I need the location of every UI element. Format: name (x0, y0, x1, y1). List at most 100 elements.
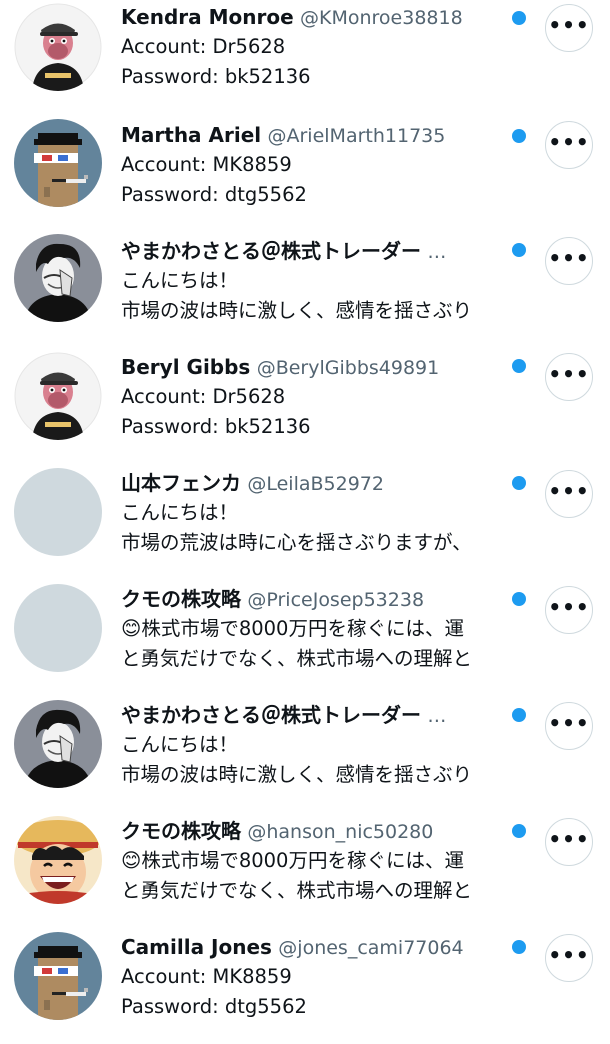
list-item-content: Camilla Jones @jones_cami77064 Account: … (121, 932, 513, 1022)
pixel-punk-avatar-icon[interactable] (14, 932, 102, 1020)
more-options-button[interactable]: ••• (545, 237, 593, 285)
user-handle[interactable]: @hanson_nic50280 (247, 821, 433, 843)
ellipsis-icon: ••• (548, 362, 590, 386)
account-list: Kendra Monroe @KMonroe38818 Account: Dr5… (0, 0, 610, 1024)
list-item[interactable]: 山本フェンカ @LeilaB52972 こんにちは！ 市場の荒波は時に心を揺さぶ… (0, 464, 610, 580)
blank-avatar-icon[interactable] (14, 584, 102, 672)
blank-avatar-icon[interactable] (14, 468, 102, 556)
user-handle[interactable]: @PriceJosep53238 (247, 589, 424, 611)
text-line-1: Account: MK8859 (121, 153, 292, 176)
list-item-content: やまかわさとる＠株式トレーダー … こんにちは！ 市場の波は時に激しく、感情を揺… (121, 236, 513, 326)
display-name[interactable]: クモの株攻略 (121, 587, 241, 611)
ellipsis-icon: ••• (548, 479, 590, 503)
user-header: やまかわさとる＠株式トレーダー … (121, 700, 513, 730)
more-options-button[interactable]: ••• (545, 586, 593, 634)
display-name[interactable]: Martha Ariel (121, 123, 261, 147)
user-handle[interactable]: … (427, 705, 446, 727)
list-item[interactable]: クモの株攻略 @hanson_nic50280 😊株式市場で8000万円を稼ぐに… (0, 812, 610, 928)
list-item-content: やまかわさとる＠株式トレーダー … こんにちは！ 市場の波は時に激しく、感情を揺… (121, 700, 513, 790)
ellipsis-icon: ••• (548, 246, 590, 270)
ellipsis-icon: ••• (548, 13, 590, 37)
ellipsis-icon: ••• (548, 943, 590, 967)
user-header: やまかわさとる＠株式トレーダー … (121, 236, 513, 266)
ellipsis-icon: ••• (548, 711, 590, 735)
text-line-2: Password: dtg5562 (121, 995, 307, 1018)
user-handle[interactable]: @jones_cami77064 (278, 937, 463, 959)
verified-dot-icon (512, 940, 526, 954)
ellipsis-icon: ••• (548, 827, 590, 851)
display-name[interactable]: Camilla Jones (121, 935, 272, 959)
text-line-1: Account: MK8859 (121, 965, 292, 988)
text-line-1: こんにちは！ (121, 733, 239, 756)
user-handle[interactable]: … (427, 241, 446, 263)
text-line-2: と勇気だけでなく、株式市場への理解と (121, 879, 473, 902)
list-item[interactable]: やまかわさとる＠株式トレーダー … こんにちは！ 市場の波は時に激しく、感情を揺… (0, 232, 610, 348)
list-item-content: 山本フェンカ @LeilaB52972 こんにちは！ 市場の荒波は時に心を揺さぶ… (121, 468, 513, 558)
verified-dot-icon (512, 708, 526, 722)
text-line-1: Account: Dr5628 (121, 385, 286, 408)
more-options-button[interactable]: ••• (545, 121, 593, 169)
list-item-content: Kendra Monroe @KMonroe38818 Account: Dr5… (121, 2, 513, 92)
ellipsis-icon: ••• (548, 595, 590, 619)
display-name[interactable]: やまかわさとる＠株式トレーダー (121, 239, 421, 263)
text-line-1: 😊株式市場で8000万円を稼ぐには、運 (121, 849, 464, 872)
more-options-button[interactable]: ••• (545, 353, 593, 401)
verified-dot-icon (512, 824, 526, 838)
verified-dot-icon (512, 243, 526, 257)
user-header: Martha Ariel @ArielMarth11735 (121, 120, 513, 150)
display-name[interactable]: Kendra Monroe (121, 5, 294, 29)
user-header: 山本フェンカ @LeilaB52972 (121, 468, 513, 498)
ape-avatar-icon[interactable] (14, 3, 102, 91)
text-line-2: 市場の波は時に激しく、感情を揺さぶり (121, 299, 473, 322)
ape-avatar-icon[interactable] (14, 352, 102, 440)
more-options-button[interactable]: ••• (545, 934, 593, 982)
display-name[interactable]: やまかわさとる＠株式トレーダー (121, 703, 421, 727)
text-line-2: 市場の荒波は時に心を揺さぶりますが、 (121, 531, 472, 554)
verified-dot-icon (512, 476, 526, 490)
list-item[interactable]: Martha Ariel @ArielMarth11735 Account: M… (0, 116, 610, 232)
user-handle[interactable]: @KMonroe38818 (300, 7, 463, 29)
list-item[interactable]: Camilla Jones @jones_cami77064 Account: … (0, 928, 610, 1044)
verified-dot-icon (512, 11, 526, 25)
user-handle[interactable]: @ArielMarth11735 (268, 125, 446, 147)
display-name[interactable]: 山本フェンカ (121, 471, 241, 495)
verified-dot-icon (512, 359, 526, 373)
text-line-2: Password: bk52136 (121, 415, 311, 438)
anime-man-avatar-icon[interactable] (14, 700, 102, 788)
text-line-1: こんにちは！ (121, 269, 239, 292)
text-line-2: Password: bk52136 (121, 65, 311, 88)
more-options-button[interactable]: ••• (545, 702, 593, 750)
more-options-button[interactable]: ••• (545, 470, 593, 518)
list-item-content: クモの株攻略 @hanson_nic50280 😊株式市場で8000万円を稼ぐに… (121, 816, 513, 906)
user-handle[interactable]: @BerylGibbs49891 (257, 357, 440, 379)
verified-dot-icon (512, 129, 526, 143)
user-header: Beryl Gibbs @BerylGibbs49891 (121, 352, 513, 382)
ellipsis-icon: ••• (548, 130, 590, 154)
straw-hat-avatar-icon[interactable] (14, 816, 102, 904)
text-line-1: こんにちは！ (121, 501, 239, 524)
pixel-punk-avatar-icon[interactable] (14, 119, 102, 207)
user-handle[interactable]: @LeilaB52972 (247, 473, 384, 495)
anime-man-avatar-icon[interactable] (14, 234, 102, 322)
list-item-content: クモの株攻略 @PriceJosep53238 😊株式市場で8000万円を稼ぐに… (121, 584, 513, 674)
display-name[interactable]: Beryl Gibbs (121, 355, 250, 379)
list-item[interactable]: やまかわさとる＠株式トレーダー … こんにちは！ 市場の波は時に激しく、感情を揺… (0, 696, 610, 812)
more-options-button[interactable]: ••• (545, 4, 593, 52)
list-item[interactable]: Kendra Monroe @KMonroe38818 Account: Dr5… (0, 0, 610, 116)
text-line-2: と勇気だけでなく、株式市場への理解と (121, 647, 473, 670)
text-line-2: 市場の波は時に激しく、感情を揺さぶり (121, 763, 473, 786)
text-line-2: Password: dtg5562 (121, 183, 307, 206)
text-line-1: Account: Dr5628 (121, 35, 286, 58)
list-item[interactable]: Beryl Gibbs @BerylGibbs49891 Account: Dr… (0, 348, 610, 464)
verified-dot-icon (512, 592, 526, 606)
more-options-button[interactable]: ••• (545, 818, 593, 866)
user-header: クモの株攻略 @PriceJosep53238 (121, 584, 513, 614)
user-header: クモの株攻略 @hanson_nic50280 (121, 816, 513, 846)
user-header: Kendra Monroe @KMonroe38818 (121, 2, 513, 32)
list-item-content: Beryl Gibbs @BerylGibbs49891 Account: Dr… (121, 352, 513, 442)
user-header: Camilla Jones @jones_cami77064 (121, 932, 513, 962)
list-item-content: Martha Ariel @ArielMarth11735 Account: M… (121, 120, 513, 210)
list-item[interactable]: クモの株攻略 @PriceJosep53238 😊株式市場で8000万円を稼ぐに… (0, 580, 610, 696)
text-line-1: 😊株式市場で8000万円を稼ぐには、運 (121, 617, 464, 640)
display-name[interactable]: クモの株攻略 (121, 819, 241, 843)
